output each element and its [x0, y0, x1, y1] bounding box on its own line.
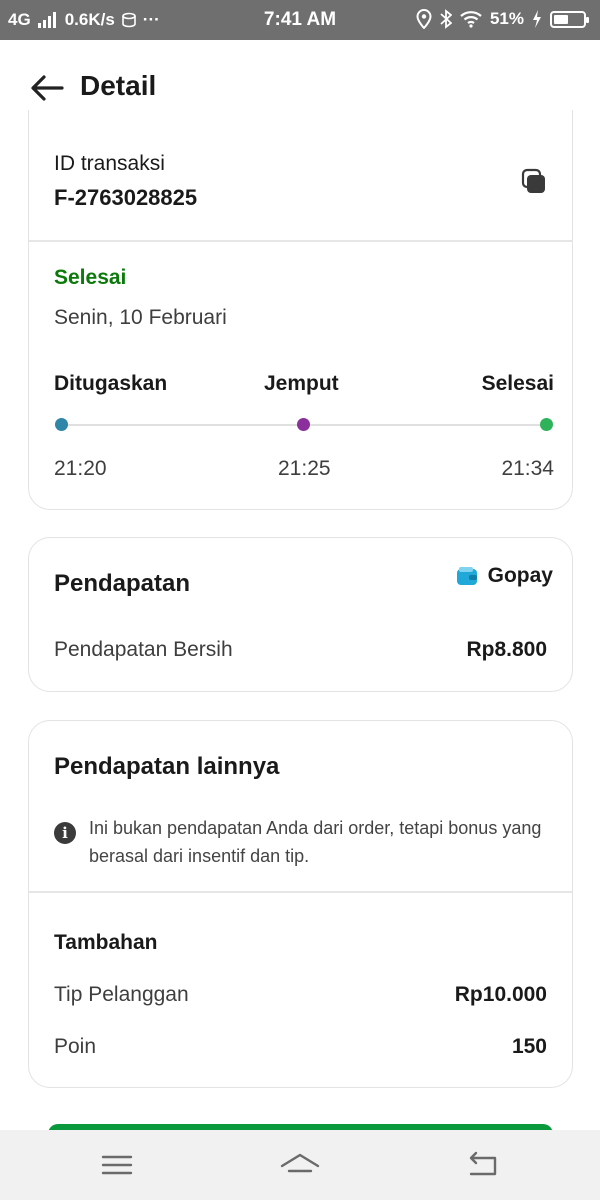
bluetooth-icon	[440, 9, 452, 29]
arrow-left-icon[interactable]	[28, 70, 68, 106]
status-bar-right: 51%	[416, 9, 589, 29]
wifi-icon	[460, 11, 482, 28]
info-text: Ini bukan pendapatan Anda dari order, te…	[89, 818, 542, 866]
net-earnings-label: Pendapatan Bersih	[54, 638, 233, 661]
timeline-label-pickup: Jemput	[264, 372, 339, 395]
location-icon	[416, 9, 432, 29]
tip-value: Rp10.000	[454, 983, 547, 1006]
timeline-time-done: 21:34	[501, 457, 554, 480]
wallet-icon	[456, 567, 477, 585]
system-nav-bar	[0, 1130, 600, 1200]
info-icon: i	[54, 822, 76, 844]
status-badge: Selesai	[54, 266, 127, 289]
timeline-dot-pickup	[297, 418, 310, 431]
timeline-dot-assigned	[55, 418, 68, 431]
transaction-date: Senin, 10 Februari	[54, 306, 227, 329]
copy-icon[interactable]	[520, 168, 548, 196]
divider	[29, 891, 572, 893]
home-icon[interactable]	[280, 1148, 320, 1182]
status-bar: 4G 0.6K/s ··· 7:41 AM 51%	[0, 0, 600, 40]
back-icon[interactable]	[463, 1148, 503, 1182]
menu-icon[interactable]	[97, 1148, 137, 1182]
battery-icon	[550, 10, 589, 28]
points-value: 150	[511, 1035, 547, 1058]
wallet-badge: Gopay	[456, 564, 553, 588]
earnings-title: Pendapatan	[54, 570, 191, 597]
page-title: Detail	[80, 70, 157, 101]
timeline-time-pickup: 21:25	[278, 457, 331, 480]
timeline-label-done: Selesai	[481, 372, 554, 395]
info-note: i Ini bukan pendapatan Anda dari order, …	[54, 814, 554, 870]
transaction-card: ID transaksi F-2763028825 Selesai Senin,…	[28, 110, 573, 510]
transaction-id-value: F-2763028825	[54, 185, 198, 210]
wallet-name: Gopay	[487, 564, 553, 587]
battery-percent: 51%	[489, 9, 524, 28]
tip-label: Tip Pelanggan	[54, 983, 189, 1006]
transaction-id-label: ID transaksi	[54, 152, 165, 175]
earnings-card: Pendapatan Gopay Pendapatan Bersih Rp8.8…	[28, 537, 573, 692]
points-label: Poin	[54, 1035, 97, 1058]
timeline-label-assigned: Ditugaskan	[54, 372, 168, 395]
other-earnings-card: Pendapatan lainnya i Ini bukan pendapata…	[28, 720, 573, 1088]
charging-icon	[533, 10, 541, 28]
divider	[29, 240, 572, 242]
battery-fill	[554, 14, 568, 24]
extras-subtitle: Tambahan	[54, 931, 158, 954]
other-earnings-title: Pendapatan lainnya	[54, 753, 280, 780]
timeline-time-assigned: 21:20	[54, 457, 107, 480]
net-earnings-value: Rp8.800	[466, 638, 547, 661]
timeline-dot-done	[540, 418, 553, 431]
